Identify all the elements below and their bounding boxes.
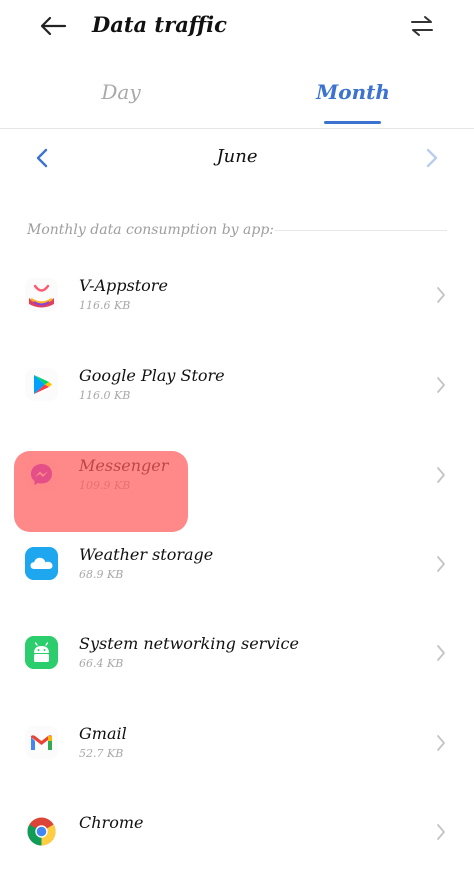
arrow-left-icon bbox=[40, 16, 67, 36]
app-data-size: 116.0 KB bbox=[79, 389, 131, 402]
weather-icon bbox=[25, 547, 58, 580]
gmail-icon bbox=[25, 726, 58, 759]
chevron-right-icon bbox=[432, 284, 450, 306]
app-row-v-appstore[interactable]: V-Appstore 116.6 KB bbox=[0, 258, 474, 348]
header: Data traffic bbox=[0, 0, 474, 54]
chevron-right-icon bbox=[432, 732, 450, 754]
messenger-icon bbox=[25, 458, 58, 491]
chevron-right-icon bbox=[432, 821, 450, 843]
app-data-size: 116.6 KB bbox=[79, 299, 131, 312]
swap-button[interactable] bbox=[404, 10, 440, 42]
app-name: Weather storage bbox=[79, 545, 214, 564]
app-name: V-Appstore bbox=[79, 276, 168, 295]
chevron-right-icon bbox=[432, 464, 450, 486]
tab-selected-indicator bbox=[324, 121, 381, 124]
current-month: June bbox=[216, 146, 258, 167]
app-row-chrome[interactable]: Chrome bbox=[0, 795, 474, 885]
period-tabs: Day Month bbox=[0, 66, 474, 129]
app-data-size: 68.9 KB bbox=[79, 568, 124, 581]
app-name: Gmail bbox=[79, 724, 127, 743]
chevron-right-icon bbox=[426, 148, 438, 168]
app-row-google-play-store[interactable]: Google Play Store 116.0 KB bbox=[0, 348, 474, 438]
tab-month[interactable]: Month bbox=[273, 78, 433, 106]
app-data-size: 109.9 KB bbox=[79, 479, 131, 492]
back-button[interactable] bbox=[36, 10, 70, 42]
page-title: Data traffic bbox=[92, 12, 227, 37]
app-row-weather-storage[interactable]: Weather storage 68.9 KB bbox=[0, 527, 474, 617]
v-appstore-icon bbox=[25, 278, 58, 311]
app-name: Chrome bbox=[79, 813, 144, 832]
next-month-button[interactable] bbox=[418, 142, 446, 174]
section-divider bbox=[275, 230, 447, 231]
app-row-messenger[interactable]: Messenger 109.9 KB bbox=[0, 438, 474, 528]
chrome-icon bbox=[25, 815, 58, 848]
app-name: System networking service bbox=[79, 634, 299, 653]
app-data-size: 66.4 KB bbox=[79, 657, 124, 670]
tab-day[interactable]: Day bbox=[41, 78, 201, 106]
app-row-system-networking-service[interactable]: System networking service 66.4 KB bbox=[0, 616, 474, 706]
chevron-right-icon bbox=[432, 374, 450, 396]
app-row-gmail[interactable]: Gmail 52.7 KB bbox=[0, 706, 474, 796]
app-name: Google Play Store bbox=[79, 366, 225, 385]
google-play-icon bbox=[25, 368, 58, 401]
android-icon bbox=[25, 636, 58, 669]
app-name: Messenger bbox=[79, 456, 169, 475]
app-data-size: 52.7 KB bbox=[79, 747, 124, 760]
chevron-right-icon bbox=[432, 642, 450, 664]
chevron-right-icon bbox=[432, 553, 450, 575]
swap-arrows-icon bbox=[411, 16, 433, 36]
section-label: Monthly data consumption by app: bbox=[27, 222, 275, 238]
month-navigator: June bbox=[0, 138, 474, 178]
